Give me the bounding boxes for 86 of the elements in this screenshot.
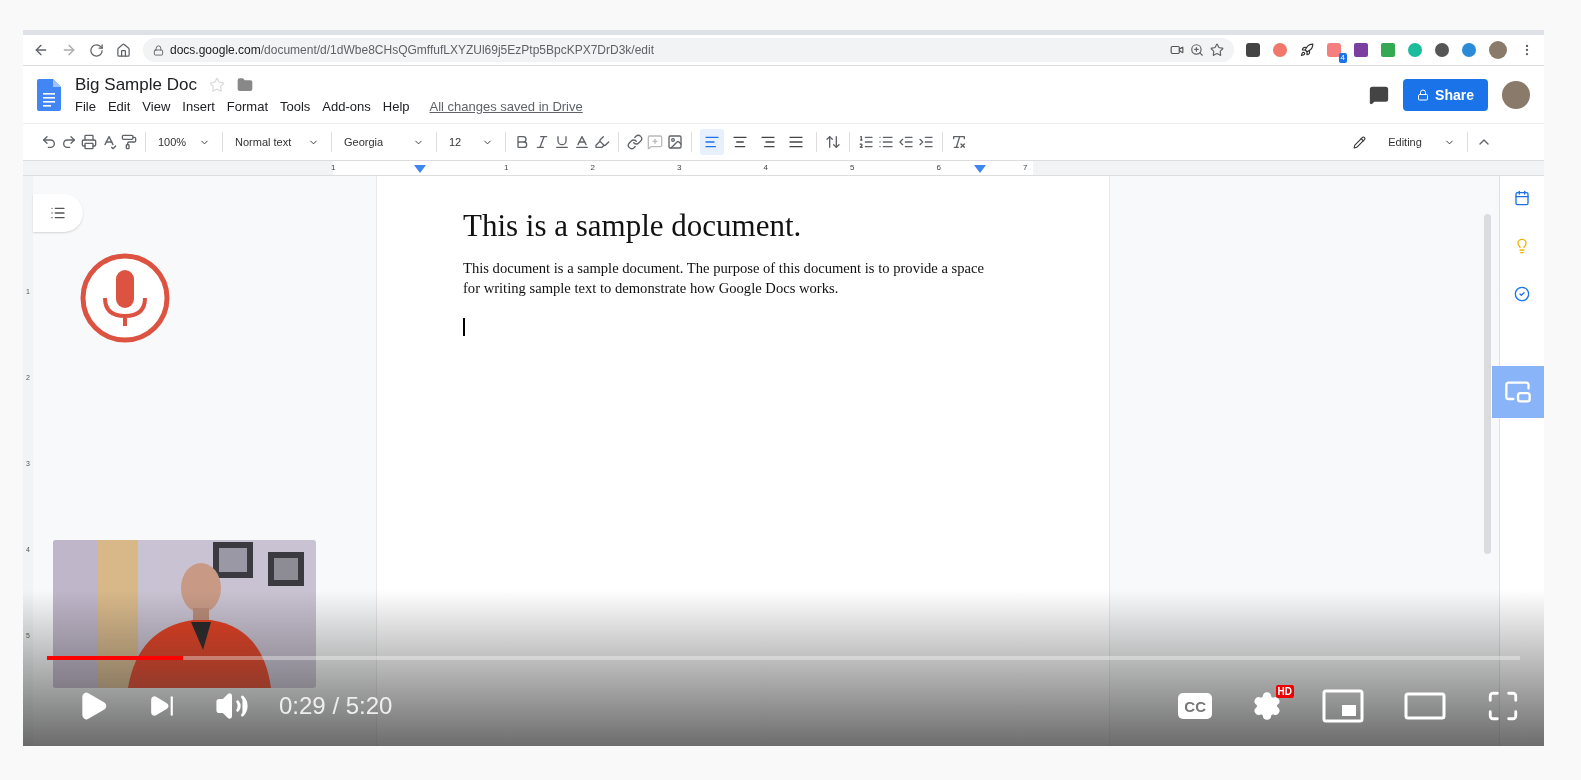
menu-item[interactable]: Insert <box>182 99 215 114</box>
italic-icon[interactable] <box>534 134 550 150</box>
home-icon[interactable] <box>116 42 131 58</box>
document-paragraph: This document is a sample document. The purpose of this document is to provide a space for writing sample text to demonstrate how Google Docs works. <box>463 259 985 298</box>
align-icon <box>732 134 748 150</box>
line-spacing-icon[interactable] <box>825 134 841 150</box>
extension-badge: 4 <box>1338 53 1347 63</box>
lock-icon <box>1417 88 1430 101</box>
camera-icon[interactable] <box>1170 43 1184 57</box>
star-icon[interactable] <box>208 77 225 93</box>
align-icon <box>760 134 776 150</box>
document-heading: This is a sample document. <box>463 208 803 244</box>
fullscreen-icon[interactable] <box>1486 689 1520 723</box>
next-icon[interactable] <box>149 693 175 719</box>
extension-icon[interactable] <box>1435 43 1449 57</box>
image-icon[interactable] <box>667 134 683 150</box>
bookmark-star-icon[interactable] <box>1210 43 1224 57</box>
scrollbar[interactable] <box>1484 214 1491 554</box>
reload-icon[interactable] <box>89 42 104 58</box>
bulleted-list-icon[interactable] <box>878 134 894 150</box>
ruler-label: 6 <box>936 162 941 174</box>
print-icon[interactable] <box>81 134 97 150</box>
mode-dropdown[interactable]: Editing <box>1349 129 1459 155</box>
share-button[interactable]: Share <box>1403 78 1488 111</box>
clear-formatting-icon[interactable] <box>951 134 967 150</box>
menu-item[interactable]: File <box>75 99 96 114</box>
font-size-dropdown[interactable]: 12 <box>445 129 497 155</box>
paint-format-icon[interactable] <box>121 134 137 150</box>
align-icon <box>788 134 804 150</box>
url-host[interactable]: docs.google.com <box>170 43 261 57</box>
calendar-icon[interactable] <box>1514 190 1530 206</box>
undo-icon[interactable] <box>41 134 57 150</box>
tasks-icon[interactable] <box>1514 286 1530 302</box>
theater-mode-icon[interactable] <box>1404 692 1446 720</box>
redo-icon[interactable] <box>61 134 77 150</box>
menu-item[interactable]: Add-ons <box>322 99 371 114</box>
outline-icon <box>50 205 66 221</box>
back-icon[interactable] <box>33 42 49 58</box>
ruler-label: 1 <box>331 162 336 174</box>
account-avatar[interactable] <box>1502 80 1530 109</box>
captions-button[interactable]: CC <box>1178 693 1212 719</box>
extension-icon[interactable] <box>1246 43 1260 57</box>
ruler-label: 1 <box>504 162 509 174</box>
numbered-list-icon[interactable] <box>858 134 874 150</box>
menu-item[interactable]: Tools <box>280 99 311 114</box>
url-path[interactable]: /document/d/1dWbe8CHsQGmffufLXYZUl69j5EzPtp5BpcKPX7DrD3k/edit <box>260 43 1164 57</box>
miniplayer-icon[interactable] <box>1322 689 1364 723</box>
document-title[interactable]: Big Sample Doc <box>75 75 197 95</box>
rocket-icon[interactable] <box>1300 43 1314 57</box>
spellcheck-icon[interactable] <box>101 134 117 150</box>
ruler-label: 5 <box>850 162 855 174</box>
text-color-icon[interactable] <box>574 134 590 150</box>
lock-icon[interactable] <box>153 44 164 56</box>
decrease-indent-icon[interactable] <box>898 134 914 150</box>
pencil-icon <box>1353 135 1366 149</box>
increase-indent-icon[interactable] <box>918 134 934 150</box>
menu-item[interactable]: Edit <box>107 99 131 114</box>
align-icon <box>704 134 720 150</box>
microphone-icon[interactable] <box>79 252 171 344</box>
comments-icon[interactable] <box>1369 84 1390 105</box>
indent-marker-icon[interactable] <box>414 165 426 173</box>
folder-icon[interactable] <box>236 77 253 93</box>
zoom-icon[interactable] <box>1190 43 1204 57</box>
text-cursor <box>463 318 465 336</box>
menu-item[interactable]: Help <box>382 99 410 114</box>
menu-item[interactable]: View <box>142 99 171 114</box>
outline-button[interactable] <box>33 194 83 232</box>
docs-logo-icon[interactable] <box>37 78 61 111</box>
save-status-link[interactable]: All changes saved in Drive <box>429 99 583 114</box>
indent-marker-icon[interactable] <box>974 165 986 173</box>
ruler-label: 2 <box>590 162 595 174</box>
font-dropdown[interactable]: Georgia <box>340 129 428 155</box>
underline-icon[interactable] <box>554 134 570 150</box>
highlight-icon[interactable] <box>594 134 610 150</box>
video-time: 0:29 / 5:20 <box>279 692 393 720</box>
profile-avatar[interactable] <box>1489 41 1507 59</box>
zoom-dropdown[interactable]: 100% <box>154 129 214 155</box>
link-icon[interactable] <box>627 134 643 150</box>
menu-item[interactable]: Format <box>226 99 268 114</box>
hd-badge: HD <box>1275 685 1294 698</box>
style-dropdown[interactable]: Normal text <box>231 129 323 155</box>
extension-icon[interactable] <box>1462 43 1476 57</box>
ruler-label: 3 <box>677 162 682 174</box>
bold-icon[interactable] <box>514 134 530 150</box>
ruler-label: 4 <box>763 162 768 174</box>
ruler-label: 7 <box>1023 162 1028 174</box>
